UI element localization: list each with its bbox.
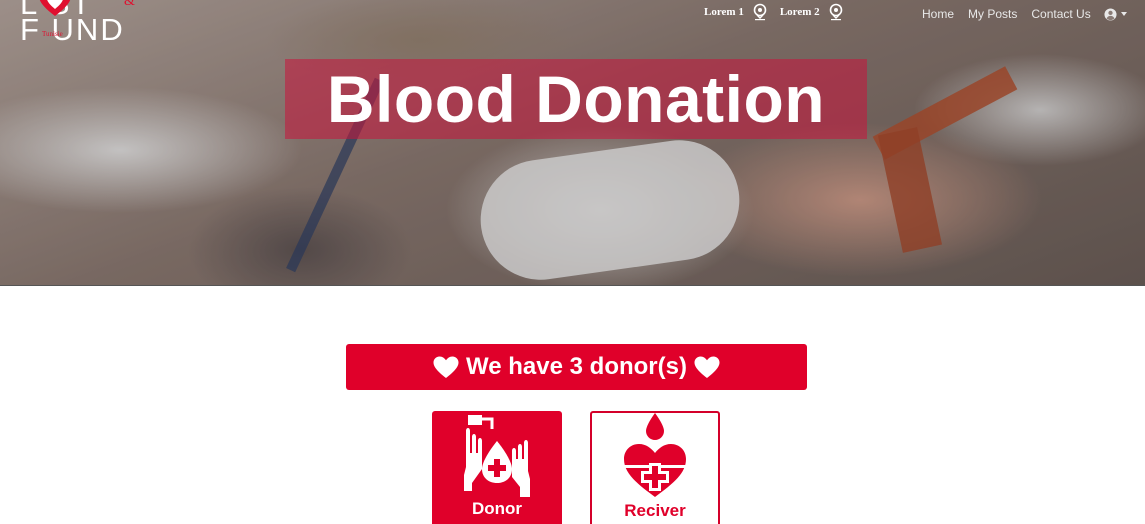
pin-logo-icon bbox=[829, 3, 842, 21]
hero-banner: Blood Donation L ST & F UND Tunisie Lore… bbox=[0, 0, 1145, 286]
pin-logo-icon bbox=[753, 3, 767, 21]
user-menu-dropdown[interactable] bbox=[1104, 7, 1127, 21]
logo-ampersand: & bbox=[124, 0, 135, 9]
logo-text-bottom: F UND bbox=[20, 12, 125, 47]
page-title: Blood Donation bbox=[326, 62, 826, 136]
donor-count-banner: We have 3 donor(s) bbox=[346, 344, 807, 390]
receiver-card-label: Reciver bbox=[624, 501, 686, 520]
heart-drop-icon bbox=[624, 413, 686, 497]
donor-card-label: Donor bbox=[471, 499, 523, 518]
site-logo[interactable]: L ST & F UND Tunisie bbox=[20, 0, 160, 47]
main-nav: Home My Posts Contact Us bbox=[922, 5, 1127, 23]
sponsor-label: Lorem 2 bbox=[779, 6, 820, 18]
nav-contact-us-link[interactable]: Contact Us bbox=[1031, 7, 1090, 21]
chevron-down-icon bbox=[1120, 12, 1127, 16]
sponsor-item[interactable]: Lorem 1 bbox=[704, 3, 768, 21]
nav-home-link[interactable]: Home bbox=[922, 7, 954, 21]
logo-subtext: Tunisie bbox=[42, 30, 63, 38]
donor-card-button[interactable]: Donor bbox=[432, 411, 562, 524]
user-circle-icon bbox=[1104, 7, 1117, 21]
donor-hands-icon bbox=[464, 415, 530, 497]
nav-my-posts-link[interactable]: My Posts bbox=[968, 7, 1017, 21]
heart-icon bbox=[694, 356, 720, 378]
sponsor-label: Lorem 1 bbox=[704, 6, 744, 18]
donor-count-text: We have 3 donor(s) bbox=[466, 353, 687, 380]
sponsor-item[interactable]: Lorem 2 bbox=[780, 3, 844, 21]
heart-icon bbox=[433, 356, 459, 378]
hero-overlay bbox=[0, 0, 1145, 285]
receiver-card-button[interactable]: Reciver bbox=[590, 411, 720, 524]
sponsor-list: Lorem 1 Lorem 2 bbox=[704, 1, 856, 23]
